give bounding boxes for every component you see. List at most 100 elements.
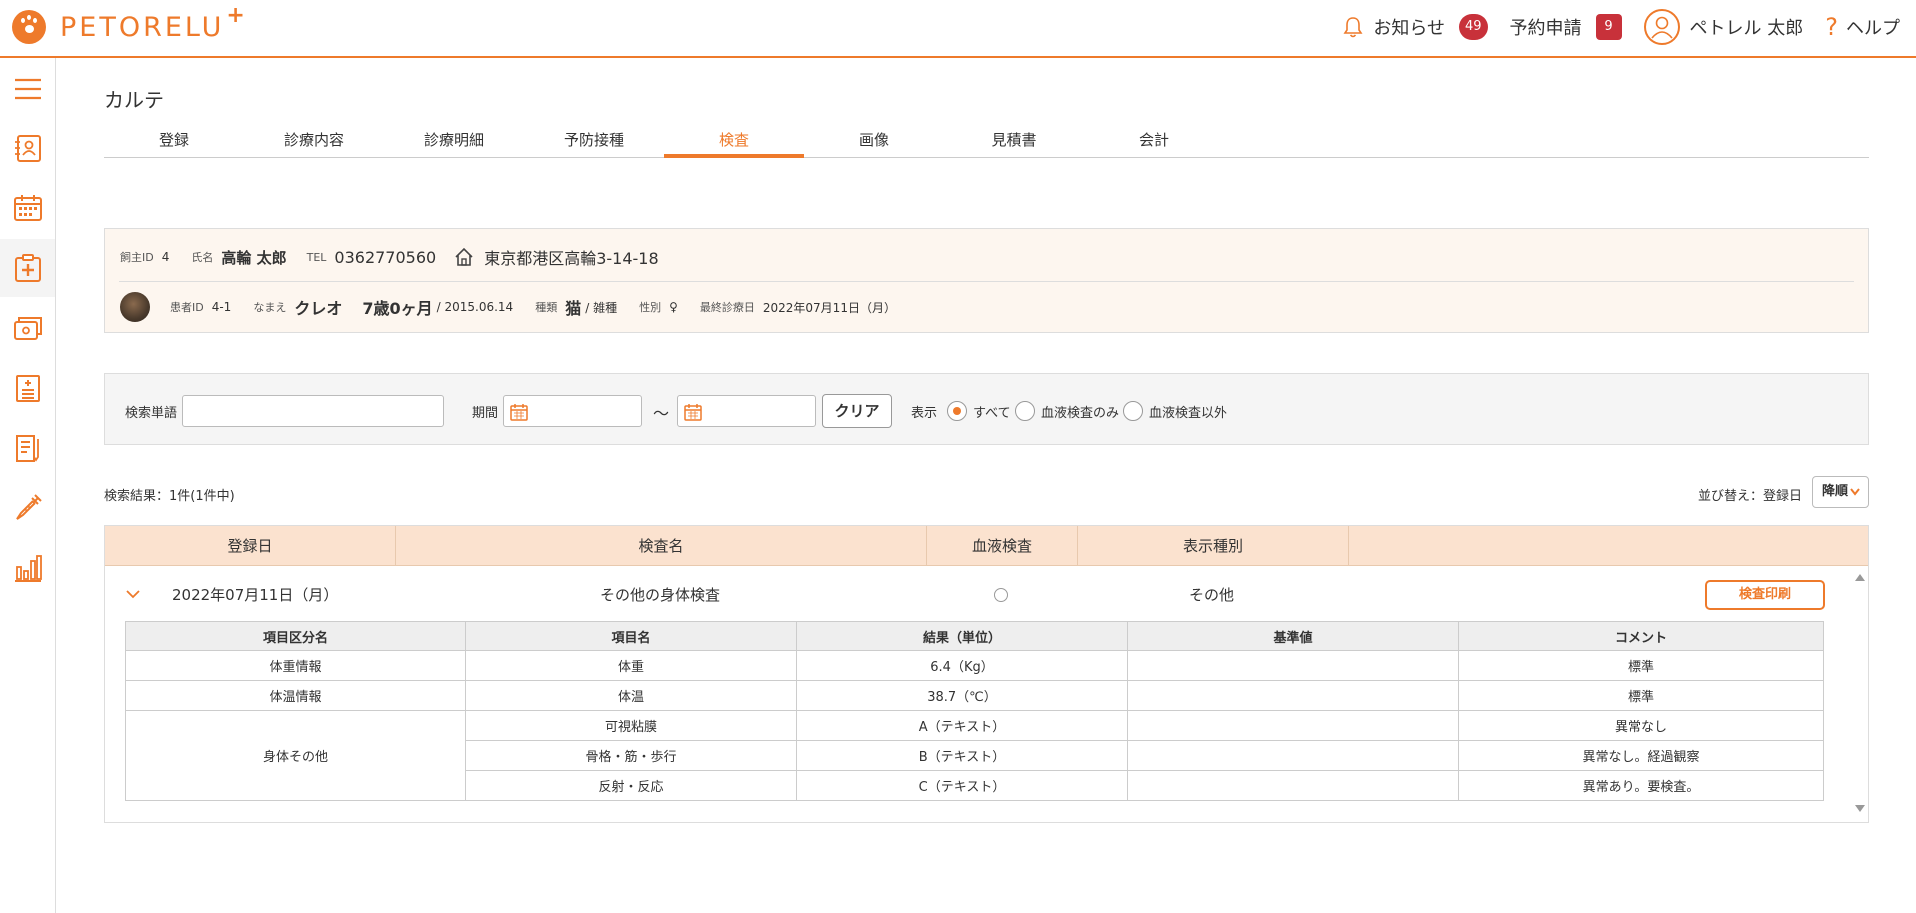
col-blood-test: 血液検査: [927, 526, 1078, 566]
clear-button[interactable]: クリア: [822, 394, 892, 428]
detail-item: 体重: [465, 650, 797, 681]
blood-test-mark: [994, 588, 1008, 602]
pet-age: 7歳0ヶ月: [362, 299, 433, 318]
col-display-type: 表示種別: [1078, 526, 1349, 566]
sidebar-item-payment[interactable]: [0, 299, 55, 357]
user-menu[interactable]: ペトレル 太郎: [1643, 9, 1803, 45]
record-display-type: その他: [1189, 586, 1235, 604]
document-icon: [15, 435, 39, 462]
chevron-down-icon[interactable]: [125, 588, 141, 600]
notifications-label: お知らせ: [1373, 18, 1445, 39]
reservations-label: 予約申請: [1509, 18, 1582, 39]
radio-all-label: すべて: [973, 406, 1011, 421]
pet-id-label: 患者ID: [170, 301, 204, 314]
period-label: 期間: [472, 406, 499, 421]
detail-category: 身体その他: [125, 710, 466, 801]
col-item: 項目名: [465, 621, 797, 651]
help-button[interactable]: ? ヘルプ: [1825, 13, 1900, 41]
pet-breed: / 雑種: [585, 300, 618, 315]
radio-non-blood-label: 血液検査以外: [1149, 406, 1228, 421]
tab-examination[interactable]: 検査: [664, 126, 804, 158]
detail-result: C（テキスト）: [796, 770, 1128, 801]
medical-record-icon: [14, 254, 41, 282]
col-category: 項目区分名: [125, 621, 466, 651]
table-row: 体重情報 体重 6.4（Kg） 標準: [125, 650, 1824, 681]
owner-name-label: 氏名: [191, 251, 214, 264]
sidebar-item-vaccine[interactable]: [0, 479, 55, 537]
tab-treatment[interactable]: 診療内容: [244, 126, 384, 158]
reservations-button[interactable]: 予約申請 9: [1510, 14, 1622, 40]
radio-all[interactable]: [947, 401, 967, 421]
detail-item: 可視粘膜: [465, 710, 797, 741]
record-date: 2022年07月11日（月）: [172, 586, 339, 604]
radio-blood-only-label: 血液検査のみ: [1041, 406, 1120, 421]
paw-logo-icon: [12, 10, 46, 44]
tab-vaccination[interactable]: 予防接種: [524, 126, 664, 158]
detail-result: B（テキスト）: [796, 740, 1128, 771]
pet-name: クレオ: [294, 299, 343, 318]
brand-plus: +: [226, 2, 245, 28]
sort-order-value: 降順: [1822, 484, 1849, 499]
menu-icon: [14, 78, 41, 100]
page-title: カルテ: [104, 88, 164, 112]
period-start-input[interactable]: [503, 395, 642, 427]
last-visit-date: 2022年07月11日（月）: [762, 300, 896, 315]
print-exam-button[interactable]: 検査印刷: [1705, 580, 1825, 610]
radio-non-blood[interactable]: [1123, 401, 1143, 421]
user-avatar-icon: [1643, 9, 1680, 45]
calendar-icon: [684, 404, 702, 421]
table-row: 身体その他 可視粘膜 A（テキスト） 異常なし: [125, 710, 1824, 801]
owner-address: 東京都港区高輪3-14-18: [484, 249, 659, 268]
sidebar: [0, 58, 56, 913]
detail-result: A（テキスト）: [796, 710, 1128, 741]
detail-reference: [1127, 740, 1459, 771]
owner-info: 飼主ID 4 氏名 高輪 太郎 TEL 0362770560 東京都港区高輪3-…: [120, 245, 677, 269]
col-reference: 基準値: [1127, 621, 1459, 651]
pet-sex: ♀: [669, 300, 678, 314]
reservations-count-badge: 9: [1595, 14, 1622, 40]
pharmacy-icon: [15, 375, 40, 402]
home-icon: [455, 247, 473, 266]
detail-comment: 異常なし。経過観察: [1458, 740, 1824, 771]
tab-statement[interactable]: 診療明細: [384, 126, 524, 158]
menu-toggle-button[interactable]: [0, 60, 55, 118]
sidebar-item-owner[interactable]: [0, 119, 55, 177]
scroll-down-arrow[interactable]: [1855, 805, 1865, 812]
sidebar-item-pharmacy[interactable]: [0, 359, 55, 417]
period-end-input[interactable]: [677, 395, 816, 427]
tab-images[interactable]: 画像: [804, 126, 944, 158]
notifications-count-badge: 49: [1458, 14, 1488, 40]
radio-blood-only[interactable]: [1015, 401, 1035, 421]
sidebar-item-stats[interactable]: [0, 539, 55, 597]
detail-category: 体温情報: [125, 680, 466, 711]
detail-comment: 異常なし: [1458, 710, 1824, 741]
pet-birthdate: / 2015.06.14: [436, 300, 514, 314]
sort-order-select[interactable]: 降順: [1812, 476, 1869, 508]
brand-logo[interactable]: PETORELU +: [12, 3, 245, 44]
sidebar-item-medical-record[interactable]: [0, 239, 55, 297]
patient-info-panel: 飼主ID 4 氏名 高輪 太郎 TEL 0362770560 東京都港区高輪3-…: [104, 228, 1869, 333]
detail-reference: [1127, 680, 1459, 711]
detail-result: 6.4（Kg）: [796, 650, 1128, 681]
tab-register[interactable]: 登録: [104, 126, 244, 158]
owner-name: 高輪 太郎: [221, 248, 287, 267]
owner-tel-label: TEL: [306, 250, 327, 264]
payment-icon: [13, 317, 42, 340]
table-row[interactable]: 2022年07月11日（月） その他の身体検査 その他 検査印刷: [105, 566, 1845, 622]
notifications-button[interactable]: お知らせ 49: [1343, 14, 1488, 40]
detail-header-row: 項目区分名 項目名 結果（単位） 基準値 コメント: [125, 621, 1824, 651]
keyword-input[interactable]: [182, 395, 444, 427]
brand-name: PETORELU: [60, 11, 225, 43]
calendar-icon: [510, 404, 528, 421]
sidebar-item-calendar[interactable]: [0, 179, 55, 237]
detail-category: 体重情報: [125, 650, 466, 681]
search-panel: 検索単語 期間 ～ クリア 表示 すべて 血液検査のみ 血液検査以外: [104, 373, 1869, 445]
col-exam-name: 検査名: [396, 526, 927, 566]
col-result: 結果（単位）: [796, 621, 1128, 651]
sidebar-item-document[interactable]: [0, 419, 55, 477]
tab-estimate[interactable]: 見積書: [944, 126, 1084, 158]
detail-item: 体温: [465, 680, 797, 711]
pet-sex-label: 性別: [639, 301, 662, 314]
tab-accounting[interactable]: 会計: [1084, 126, 1224, 158]
scroll-up-arrow[interactable]: [1855, 574, 1865, 581]
